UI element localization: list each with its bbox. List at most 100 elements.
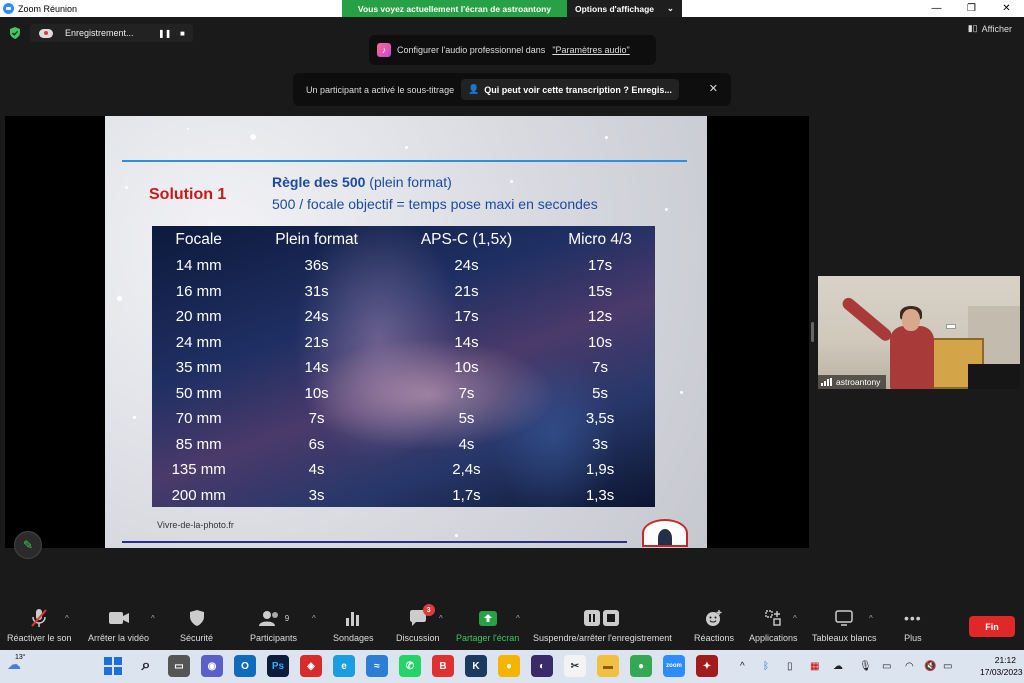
participant-video-tile[interactable]: astroantony xyxy=(818,276,1020,389)
photoshop-icon[interactable]: Ps xyxy=(267,655,289,677)
volume-muted-icon[interactable]: 🔇 xyxy=(924,661,936,672)
chevron-down-icon: ⌄ xyxy=(666,3,674,13)
onedrive-icon[interactable]: ☁ xyxy=(833,661,843,672)
table-cell: 1,7s xyxy=(452,486,481,504)
security-button[interactable]: Sécurité xyxy=(180,606,213,643)
share-options-caret[interactable]: ^ xyxy=(516,614,520,623)
audio-settings-link[interactable]: "Paramètres audio" xyxy=(552,45,629,55)
meeting-top-bar: Enregistrement... ❚❚ ■ ▮▯ Afficher ♪ Con… xyxy=(0,17,1024,117)
table-cell: 15s xyxy=(587,282,613,300)
astronomy-club-logo xyxy=(642,519,688,547)
view-layout-icon: ▮▯ xyxy=(967,23,978,33)
table-cell: 3,5s xyxy=(585,410,615,428)
wifi-icon[interactable]: ◠ xyxy=(905,661,914,672)
end-meeting-button[interactable]: Fin xyxy=(969,616,1015,637)
chrome-profile-icon[interactable]: ● xyxy=(630,655,652,677)
usb-icon[interactable]: ▯ xyxy=(787,661,793,672)
edge-icon[interactable]: e xyxy=(333,655,355,677)
table-body: 14 mm 36s 24s 17s 16 mm 31s 21s 15s 20 mm 24s 17s 1… xyxy=(152,253,655,508)
unmute-label: Réactiver le son xyxy=(7,633,72,643)
file-explorer-icon[interactable]: ▬ xyxy=(597,655,619,677)
chat-unread-badge: 3 xyxy=(422,604,435,616)
video-options-caret[interactable]: ^ xyxy=(151,614,155,623)
task-view-icon[interactable]: ▭ xyxy=(168,655,190,677)
stop-video-button[interactable]: Arrêter la vidéo xyxy=(88,606,149,643)
table-cell: 5s xyxy=(592,384,608,402)
share-banner: Vous voyez actuellement l'écran de astro… xyxy=(342,0,682,17)
chat-options-caret[interactable]: ^ xyxy=(439,614,443,623)
participants-options-caret[interactable]: ^ xyxy=(312,614,316,623)
search-icon[interactable]: ⌕ xyxy=(135,655,157,677)
participants-button[interactable]: 9 Participants xyxy=(250,606,297,643)
column-header: Focale xyxy=(175,230,222,248)
minimize-button[interactable]: — xyxy=(919,0,954,17)
annotate-pencil-button[interactable]: ✎ xyxy=(14,531,42,559)
whiteboards-button[interactable]: Tableaux blancs xyxy=(812,606,877,643)
antivirus-icon[interactable]: ◈ xyxy=(300,655,322,677)
stellarium-icon[interactable]: ◐ xyxy=(531,655,553,677)
participant-name-label: astroantony xyxy=(818,375,887,389)
table-cell: 36s xyxy=(304,257,329,275)
pause-stop-recording-button[interactable]: Suspendre/arrêter l'enregistrement xyxy=(533,606,672,643)
battery-icon[interactable]: ▭ xyxy=(943,661,952,672)
unmute-button[interactable]: Réactiver le son xyxy=(7,606,72,643)
whatsapp-icon[interactable]: ✆ xyxy=(399,655,421,677)
bitdefender-icon[interactable]: B xyxy=(432,655,454,677)
table-cell: 200 mm xyxy=(171,486,226,504)
microphone-icon[interactable]: 🎙 xyxy=(859,661,872,672)
restore-button[interactable]: ❐ xyxy=(954,0,989,17)
cloud-record-icon xyxy=(39,28,53,38)
polls-button[interactable]: Sondages xyxy=(333,606,374,643)
display-icon[interactable]: ▭ xyxy=(882,661,891,672)
zoom-taskbar-icon[interactable]: zoom xyxy=(663,655,685,677)
recording-label: Enregistrement... xyxy=(65,28,134,38)
teams-chat-icon[interactable]: ◉ xyxy=(201,655,223,677)
gift-icon[interactable]: ▦ xyxy=(810,661,819,672)
pause-record-icon[interactable]: ❚❚ xyxy=(158,29,171,38)
system-clock[interactable]: 21:12 17/03/2023 xyxy=(980,654,1023,678)
apps-options-caret[interactable]: ^ xyxy=(793,614,797,623)
table-header-row: Focale Plein format APS-C (1,5x) Micro 4… xyxy=(152,226,655,253)
table-cell: 50 mm xyxy=(175,384,222,402)
audio-options-caret[interactable]: ^ xyxy=(65,614,69,623)
people-icon: 👤 xyxy=(468,84,480,94)
game-app-icon[interactable]: ✦ xyxy=(696,655,718,677)
apps-label: Applications xyxy=(749,633,798,643)
outlook-icon[interactable]: O xyxy=(234,655,256,677)
tray-overflow-icon[interactable]: ^ xyxy=(740,661,745,672)
view-label: Afficher xyxy=(981,23,1012,34)
stop-record-icon[interactable]: ■ xyxy=(180,29,185,38)
bluetooth-icon[interactable]: ᛒ xyxy=(763,661,769,672)
polls-label: Sondages xyxy=(333,633,374,643)
table-row: 24 mm 21s 14s 10s xyxy=(152,330,655,356)
view-button[interactable]: ▮▯ Afficher xyxy=(968,23,1012,34)
apps-icon xyxy=(765,606,781,630)
chat-button[interactable]: 3 Discussion xyxy=(396,604,440,643)
table-cell: 3s xyxy=(308,486,325,504)
k-app-icon[interactable]: K xyxy=(465,655,487,677)
table-row: 16 mm 31s 21s 15s xyxy=(152,279,655,305)
weather-widget[interactable]: ☁ 13° xyxy=(7,654,26,673)
snipping-tool-icon[interactable]: ✂ xyxy=(564,655,586,677)
slide-rule-formula: 500 / focale objectif = temps pose maxi … xyxy=(272,196,598,212)
table-cell: 21s xyxy=(304,333,329,351)
filezilla-icon[interactable]: ≈ xyxy=(366,655,388,677)
transcript-visibility-button[interactable]: 👤 Qui peut voir cette transcription ? En… xyxy=(461,79,679,100)
polls-bar-chart-icon xyxy=(345,606,361,630)
more-dots-icon: ••• xyxy=(904,610,922,626)
pencil-icon: ✎ xyxy=(22,538,34,552)
view-options-button[interactable]: Options d'affichage ⌄ xyxy=(567,0,682,17)
whiteboards-options-caret[interactable]: ^ xyxy=(869,614,873,623)
more-button[interactable]: ••• Plus xyxy=(904,606,922,643)
shield-icon[interactable] xyxy=(9,27,21,39)
reactions-button[interactable]: Réactions xyxy=(694,606,734,643)
windows-start-icon[interactable] xyxy=(102,655,124,677)
close-icon[interactable]: ✕ xyxy=(709,82,718,95)
mic-muted-icon xyxy=(30,606,48,630)
share-screen-button[interactable]: Partager l'écran xyxy=(456,606,519,643)
table-cell: 20 mm xyxy=(175,308,222,326)
close-window-button[interactable]: ✕ xyxy=(989,0,1024,17)
chrome-icon[interactable]: ● xyxy=(498,655,520,677)
apps-button[interactable]: Applications xyxy=(749,606,798,643)
video-panel-resize-handle[interactable] xyxy=(811,322,814,342)
